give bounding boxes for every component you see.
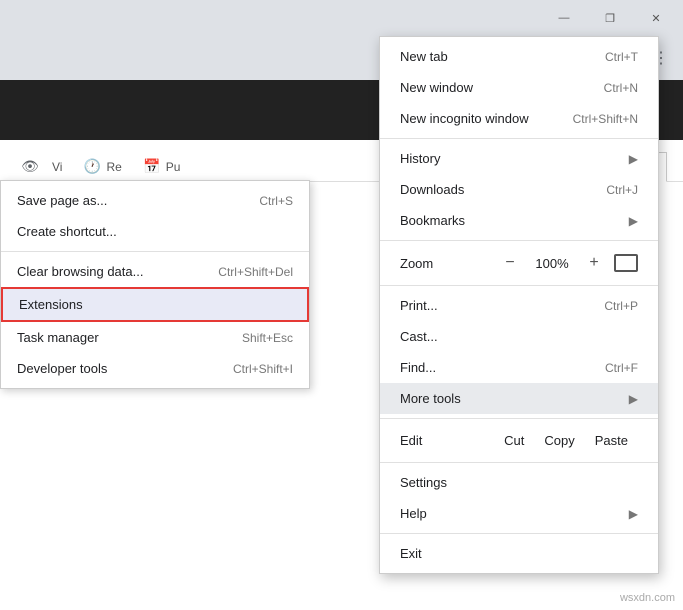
menu-item-more-tools[interactable]: More tools ▶ xyxy=(380,383,658,414)
sub-context-menu: Save page as... Ctrl+S Create shortcut..… xyxy=(0,180,310,389)
zoom-plus-button[interactable]: + xyxy=(582,251,606,275)
edit-cut-button[interactable]: Cut xyxy=(494,429,534,452)
menu-item-new-tab[interactable]: New tab Ctrl+T xyxy=(380,41,658,72)
title-bar: — ❐ ✕ xyxy=(0,0,683,36)
zoom-minus-button[interactable]: − xyxy=(498,251,522,275)
menu-item-new-incognito[interactable]: New incognito window Ctrl+Shift+N xyxy=(380,103,658,134)
sub-menu-item-create-shortcut[interactable]: Create shortcut... xyxy=(1,216,309,247)
menu-item-print[interactable]: Print... Ctrl+P xyxy=(380,290,658,321)
menu-item-cast[interactable]: Cast... xyxy=(380,321,658,352)
sub-menu-divider-1 xyxy=(1,251,309,252)
sub-menu-item-clear-browsing[interactable]: Clear browsing data... Ctrl+Shift+Del xyxy=(1,256,309,287)
sub-menu-item-save-page[interactable]: Save page as... Ctrl+S xyxy=(1,185,309,216)
watermark: wsxdn.com xyxy=(620,592,675,604)
menu-item-help[interactable]: Help ▶ xyxy=(380,498,658,529)
zoom-value: 100% xyxy=(530,256,574,271)
sub-menu-item-developer-tools[interactable]: Developer tools Ctrl+Shift+I xyxy=(1,353,309,384)
menu-item-bookmarks[interactable]: Bookmarks ▶ xyxy=(380,205,658,236)
main-menu-divider-4 xyxy=(380,418,658,419)
browser-window: — ❐ ✕ ☆ COPY A ABP ⋮ xyxy=(0,0,683,610)
re-indicator: Re xyxy=(106,160,121,174)
main-menu-divider-3 xyxy=(380,285,658,286)
menu-item-history[interactable]: History ▶ xyxy=(380,143,658,174)
main-menu-divider-5 xyxy=(380,462,658,463)
edit-copy-button[interactable]: Copy xyxy=(534,429,584,452)
refresh-icon: 🕐 xyxy=(78,153,106,181)
menu-item-new-window[interactable]: New window Ctrl+N xyxy=(380,72,658,103)
zoom-row: Zoom − 100% + xyxy=(380,245,658,281)
main-context-menu: New tab Ctrl+T New window Ctrl+N New inc… xyxy=(379,36,659,574)
maximize-button[interactable]: ❐ xyxy=(587,0,633,36)
edit-row: Edit Cut Copy Paste xyxy=(380,423,658,458)
menu-item-exit[interactable]: Exit xyxy=(380,538,658,569)
minimize-button[interactable]: — xyxy=(541,0,587,36)
main-menu-divider-1 xyxy=(380,138,658,139)
visual-indicator: Vi xyxy=(52,160,62,174)
zoom-fullscreen-button[interactable] xyxy=(614,254,638,272)
main-menu-divider-2 xyxy=(380,240,658,241)
edit-paste-button[interactable]: Paste xyxy=(585,429,638,452)
calendar-icon: 📅 xyxy=(138,153,166,181)
menu-item-find[interactable]: Find... Ctrl+F xyxy=(380,352,658,383)
menu-item-downloads[interactable]: Downloads Ctrl+J xyxy=(380,174,658,205)
sub-menu-item-task-manager[interactable]: Task manager Shift+Esc xyxy=(1,322,309,353)
menu-item-settings[interactable]: Settings xyxy=(380,467,658,498)
pub-indicator: Pu xyxy=(166,160,181,174)
sub-menu-item-extensions[interactable]: Extensions xyxy=(1,287,309,322)
close-button[interactable]: ✕ xyxy=(633,0,679,36)
main-menu-divider-6 xyxy=(380,533,658,534)
eye-icon: 👁 xyxy=(16,153,44,181)
